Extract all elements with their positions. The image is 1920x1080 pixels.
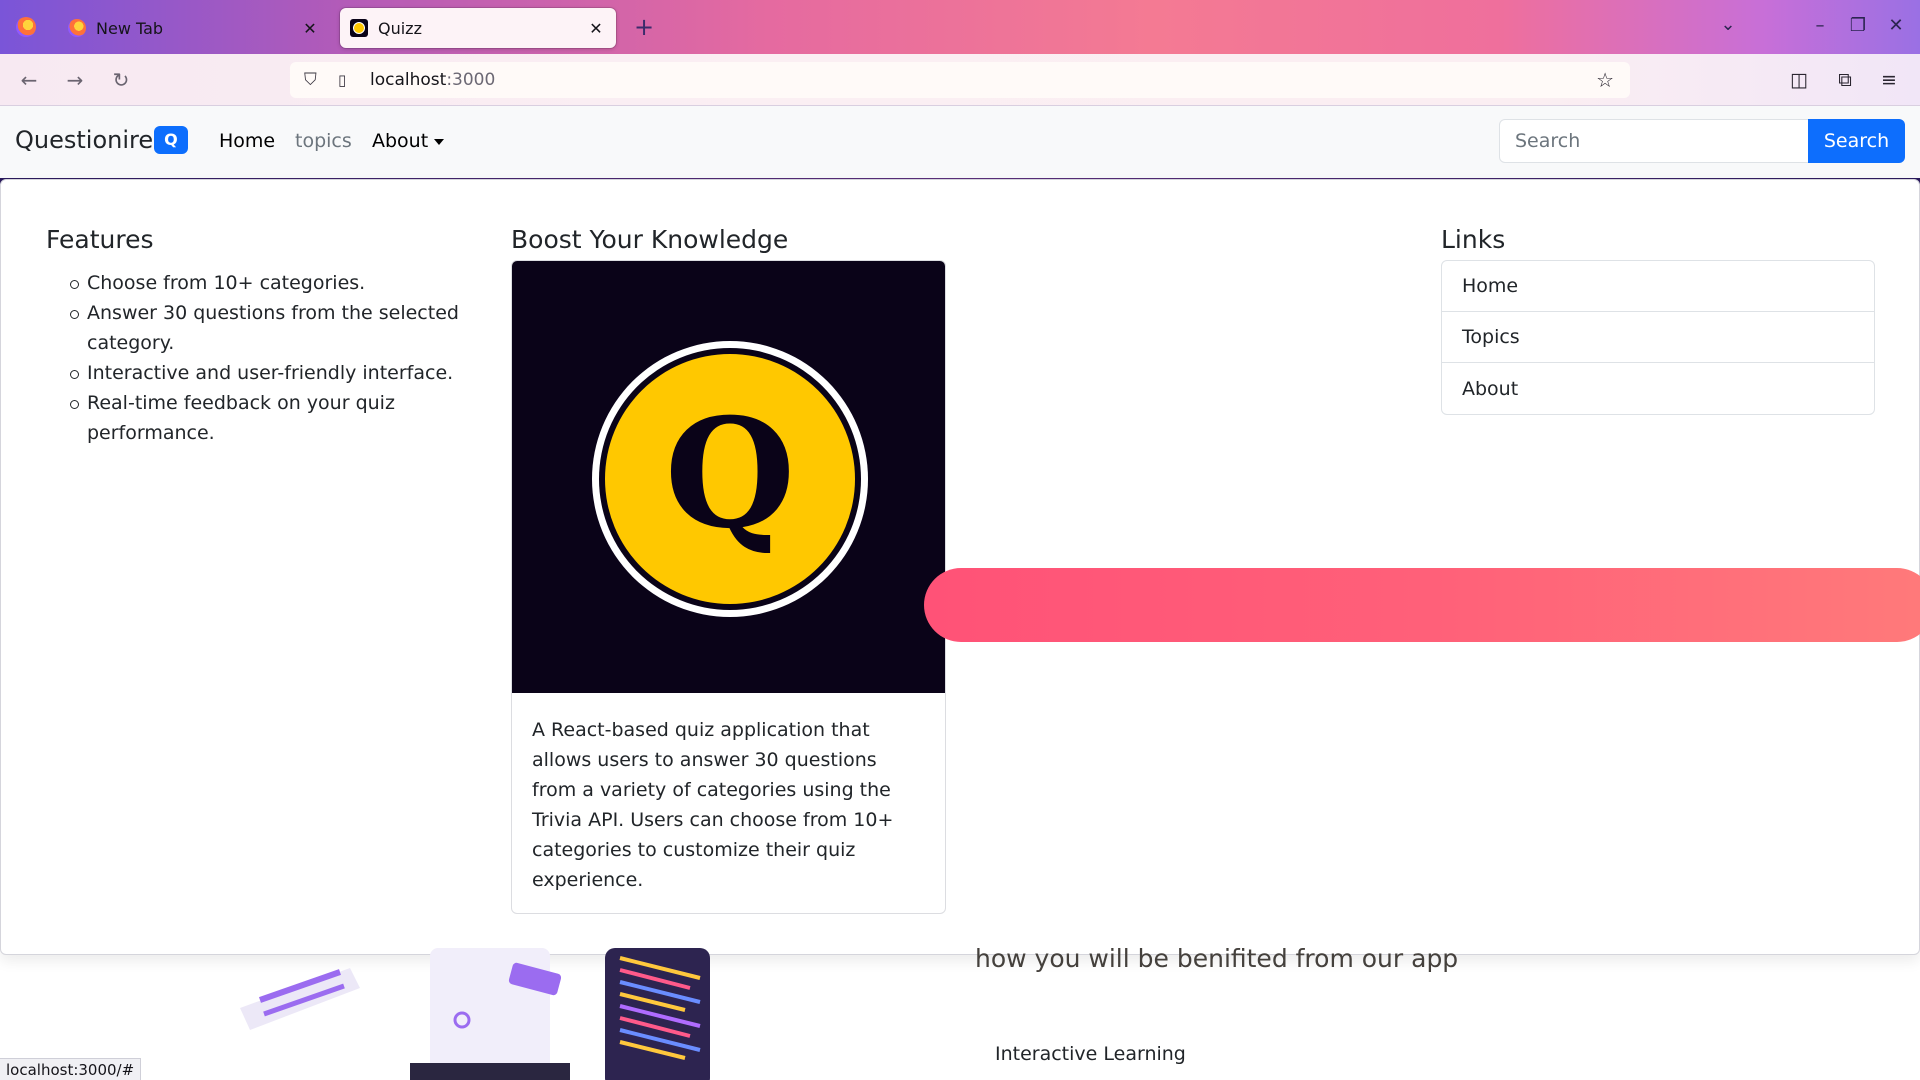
phone-illustration	[410, 948, 570, 1080]
list-item: Answer 30 questions from the selected ca…	[70, 298, 472, 358]
decorative-pink-bar	[924, 568, 1920, 642]
quiz-favicon-icon	[350, 19, 368, 37]
close-icon[interactable]: ✕	[300, 18, 320, 38]
nav-about-label: About	[372, 130, 429, 152]
shield-icon[interactable]: ⛉	[304, 70, 324, 90]
tab-title: New Tab	[96, 18, 164, 38]
address-bar[interactable]: ⛉ ▯ localhost:3000 ☆	[290, 62, 1630, 98]
firefox-icon	[68, 19, 86, 37]
about-mega-menu: Features Choose from 10+ categories. Ans…	[0, 179, 1920, 955]
logo-disc: Q	[605, 354, 855, 604]
nav-home-link[interactable]: Home	[219, 130, 275, 152]
hamburger-menu-icon[interactable]: ≡	[1876, 67, 1902, 93]
search-button[interactable]: Search	[1808, 119, 1905, 163]
logo-letter: Q	[664, 386, 796, 562]
boost-heading: Boost Your Knowledge	[511, 225, 789, 254]
url-port: :3000	[446, 70, 496, 90]
quiz-logo-image: Q	[512, 261, 945, 693]
logo-inner-ring: Q	[599, 348, 861, 610]
url-host: localhost	[370, 70, 447, 90]
new-tab-plus-icon[interactable]: +	[630, 14, 658, 42]
code-panel-illustration	[605, 948, 710, 1080]
tab-new-tab[interactable]: New Tab ✕	[58, 8, 330, 48]
extensions-icon[interactable]: ⧉	[1832, 67, 1858, 93]
features-heading: Features	[46, 225, 154, 254]
tab-title: Quizz	[378, 18, 422, 38]
links-item-about[interactable]: About	[1442, 363, 1874, 414]
card-description: A React-based quiz application that allo…	[532, 719, 894, 891]
status-bar-url: localhost:3000/#	[0, 1058, 142, 1080]
minimize-icon[interactable]: –	[1808, 14, 1832, 38]
close-icon[interactable]: ✕	[586, 18, 606, 38]
nav-about-dropdown[interactable]: About	[372, 130, 445, 152]
links-heading: Links	[1441, 225, 1506, 254]
firefox-icon	[16, 17, 36, 37]
nav-topics-link[interactable]: topics	[295, 130, 352, 152]
restore-icon[interactable]: ❐	[1846, 14, 1870, 38]
brand-logo[interactable]: Questionire Q	[15, 126, 188, 154]
list-item: Interactive and user-friendly interface.	[70, 358, 472, 388]
search-input[interactable]: Search	[1499, 119, 1809, 163]
tab-strip: New Tab ✕ Quizz ✕ + ⌄ – ❐ ✕	[0, 0, 1920, 54]
search-placeholder: Search	[1515, 130, 1581, 152]
reload-icon[interactable]: ↻	[108, 67, 134, 93]
page-viewport: Questionire Q Home topics About Search S…	[0, 106, 1920, 1080]
links-item-home[interactable]: Home	[1442, 261, 1874, 312]
forward-arrow-icon[interactable]: →	[62, 67, 88, 93]
tab-quizz[interactable]: Quizz ✕	[340, 8, 616, 48]
pocket-icon[interactable]: ◫	[1786, 67, 1812, 93]
brand-name: Questionire	[15, 126, 154, 154]
back-arrow-icon[interactable]: ←	[16, 67, 42, 93]
chevron-down-icon[interactable]: ⌄	[1716, 14, 1740, 38]
list-item: Choose from 10+ categories.	[70, 268, 472, 298]
site-navbar: Questionire Q Home topics About Search S…	[0, 106, 1920, 178]
close-window-icon[interactable]: ✕	[1884, 14, 1908, 38]
laptop-illustration	[240, 948, 710, 1080]
features-list: Choose from 10+ categories. Answer 30 qu…	[70, 268, 472, 448]
section-subheading: Interactive Learning	[995, 1043, 1186, 1065]
chat-bubble-illustration	[240, 968, 360, 1030]
links-list: Home Topics About	[1441, 260, 1875, 415]
app-card: Q A React-based quiz application that al…	[511, 260, 946, 914]
logo-ring: Q	[592, 341, 868, 617]
links-item-topics[interactable]: Topics	[1442, 312, 1874, 363]
firefox-view-button[interactable]	[0, 0, 52, 54]
brand-badge: Q	[154, 126, 188, 154]
browser-toolbar: ← → ↻ ⛉ ▯ localhost:3000 ☆ ◫ ⧉ ≡	[0, 54, 1920, 106]
bookmark-star-icon[interactable]: ☆	[1596, 68, 1614, 92]
caret-down-icon	[434, 138, 445, 145]
section-tagline: how you will be benifited from our app	[975, 944, 1459, 973]
page-icon[interactable]: ▯	[338, 71, 356, 89]
list-item: Real-time feedback on your quiz performa…	[70, 388, 472, 448]
